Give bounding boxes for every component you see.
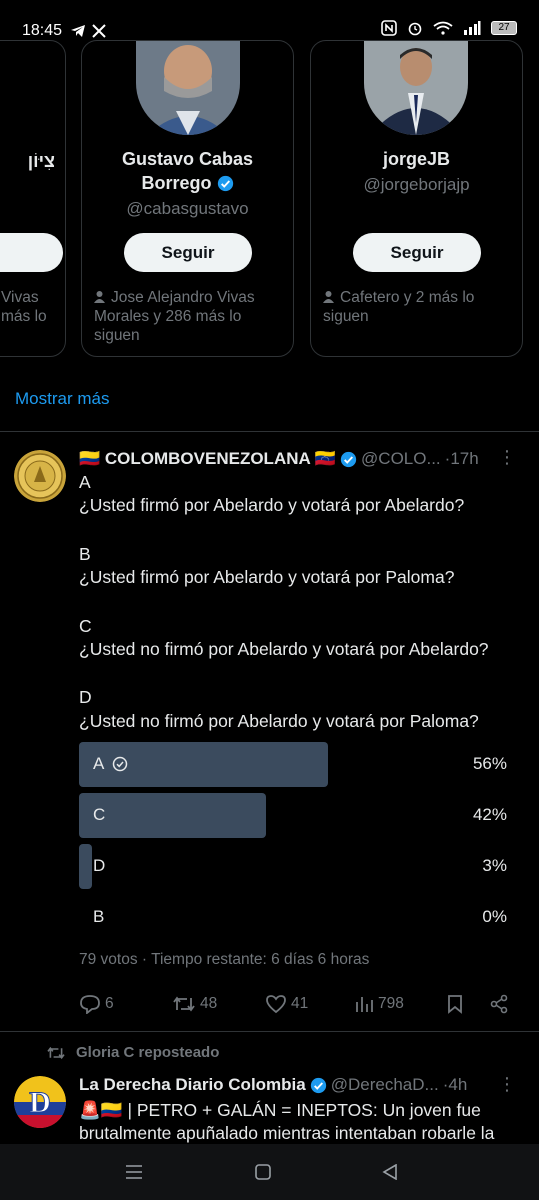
tweet-author-avatar[interactable]: D <box>14 1076 66 1128</box>
alarm-icon <box>408 22 422 36</box>
retweet-button[interactable]: 48 <box>172 994 217 1014</box>
tweet-header: La Derecha Diario Colombia @DerechaD... … <box>79 1075 467 1095</box>
verified-badge-icon <box>310 1077 326 1093</box>
suggestion-name: jorgeJB <box>382 149 451 169</box>
tweet-text: A ¿Usted firmó por Abelardo y votará por… <box>79 472 489 731</box>
tweet-handle[interactable]: @COLO... <box>361 449 441 469</box>
recent-apps-icon[interactable] <box>125 1164 143 1180</box>
tweet-header: 🇨🇴 COLOMBOVENEZOLANA 🇻🇪 @COLO... ·17h <box>79 449 479 469</box>
reply-icon <box>80 995 100 1014</box>
poll-option[interactable]: A 56% <box>79 742 507 787</box>
tweet-author-name[interactable]: La Derecha Diario Colombia <box>79 1075 306 1095</box>
wifi-icon <box>433 21 453 35</box>
poll-bar <box>79 844 93 889</box>
poll-option-percent: 3% <box>482 856 507 875</box>
retweet-icon <box>173 996 195 1012</box>
reply-count: 6 <box>105 995 114 1012</box>
verified-badge-icon <box>340 451 357 467</box>
person-icon <box>94 291 105 303</box>
poll-option[interactable]: D 3% <box>79 844 507 889</box>
suggestion-followers: Vivas más lo <box>1 289 47 325</box>
poll-option-percent: 0% <box>482 907 507 926</box>
tweet-author-avatar[interactable] <box>14 450 66 502</box>
nfc-icon <box>381 20 397 36</box>
heart-icon <box>266 995 286 1014</box>
bookmark-icon <box>448 995 462 1014</box>
who-to-follow-carousel[interactable]: צִיּוֹן Vivas más lo Gustavo Cabas Borre… <box>0 40 539 360</box>
retweet-count: 48 <box>200 995 218 1012</box>
suggestion-followers: Jose Alejandro Vivas Morales y 286 más l… <box>94 289 255 344</box>
battery-indicator: 27 <box>491 21 517 35</box>
like-count: 41 <box>291 995 309 1012</box>
views-count: 798 <box>378 995 404 1012</box>
poll-meta: 79 votos · Tiempo restante: 6 días 6 hor… <box>79 951 370 968</box>
suggestion-card[interactable]: Gustavo Cabas Borrego @cabasgustavo Segu… <box>81 40 294 357</box>
check-circle-icon <box>113 756 128 772</box>
tweet-timestamp[interactable]: ·17h <box>445 449 479 469</box>
avatar[interactable] <box>136 41 240 135</box>
telegram-icon <box>71 25 86 37</box>
share-icon <box>490 994 508 1014</box>
views-chart-icon <box>356 997 373 1012</box>
poll-option-percent: 56% <box>472 754 507 773</box>
poll-option-percent: 42% <box>472 805 507 824</box>
tweet-actions: 6 48 41 798 <box>79 994 519 1018</box>
divider <box>0 1031 539 1032</box>
suggestion-card-partial[interactable]: צִיּוֹן Vivas más lo <box>0 40 66 357</box>
back-icon[interactable] <box>382 1164 398 1180</box>
tweet-author-name[interactable]: 🇨🇴 COLOMBOVENEZOLANA 🇻🇪 <box>79 449 336 469</box>
suggestion-name: Gustavo Cabas Borrego <box>121 149 254 193</box>
status-time: 18:45 <box>22 22 63 39</box>
poll-bar <box>79 793 266 838</box>
tweet-handle[interactable]: @DerechaD... <box>331 1075 439 1095</box>
person-icon <box>323 291 334 303</box>
follow-button[interactable]: Seguir <box>124 233 252 272</box>
x-icon <box>92 24 106 38</box>
poll-option-label: B <box>93 907 105 926</box>
suggestion-name: צִיּוֹן <box>27 151 55 171</box>
reply-button[interactable]: 6 <box>79 994 114 1014</box>
follow-button[interactable]: Seguir <box>353 233 481 272</box>
repost-notice[interactable]: Gloria C reposteado <box>46 1044 219 1061</box>
bookmark-button[interactable] <box>446 994 464 1014</box>
svg-text:D: D <box>29 1086 51 1119</box>
poll-option-label: C <box>93 805 106 824</box>
tweet-timestamp[interactable]: ·4h <box>443 1075 468 1095</box>
show-more-link[interactable]: Mostrar más <box>15 389 109 409</box>
follow-button[interactable] <box>0 233 63 272</box>
more-options-icon[interactable]: ⋮ <box>498 1074 517 1095</box>
system-nav-bar <box>0 1144 539 1200</box>
poll-option-label: D <box>93 856 106 875</box>
views-button[interactable]: 798 <box>354 994 404 1014</box>
suggestion-handle: @cabasgustavo <box>126 199 249 218</box>
suggestion-followers: Cafetero y 2 más lo siguen <box>323 289 475 325</box>
more-options-icon[interactable]: ⋮ <box>498 447 517 468</box>
retweet-icon <box>47 1046 65 1059</box>
divider <box>0 431 539 432</box>
suggestion-handle: @jorgeborjajp <box>363 175 470 194</box>
verified-badge-icon <box>217 175 233 191</box>
poll-option-label: A <box>93 754 105 773</box>
like-button[interactable]: 41 <box>265 994 308 1014</box>
home-icon[interactable] <box>255 1164 271 1180</box>
avatar[interactable] <box>364 41 468 135</box>
signal-icon <box>464 21 481 35</box>
share-button[interactable] <box>489 994 509 1014</box>
poll-option[interactable]: B 0% <box>79 895 507 940</box>
tweet-text: 🚨🇨🇴 | PETRO + GALÁN = INEPTOS: Un joven … <box>79 1100 495 1144</box>
poll-option[interactable]: C 42% <box>79 793 507 838</box>
suggestion-card[interactable]: jorgeJB @jorgeborjajp Seguir Cafetero y … <box>310 40 523 357</box>
